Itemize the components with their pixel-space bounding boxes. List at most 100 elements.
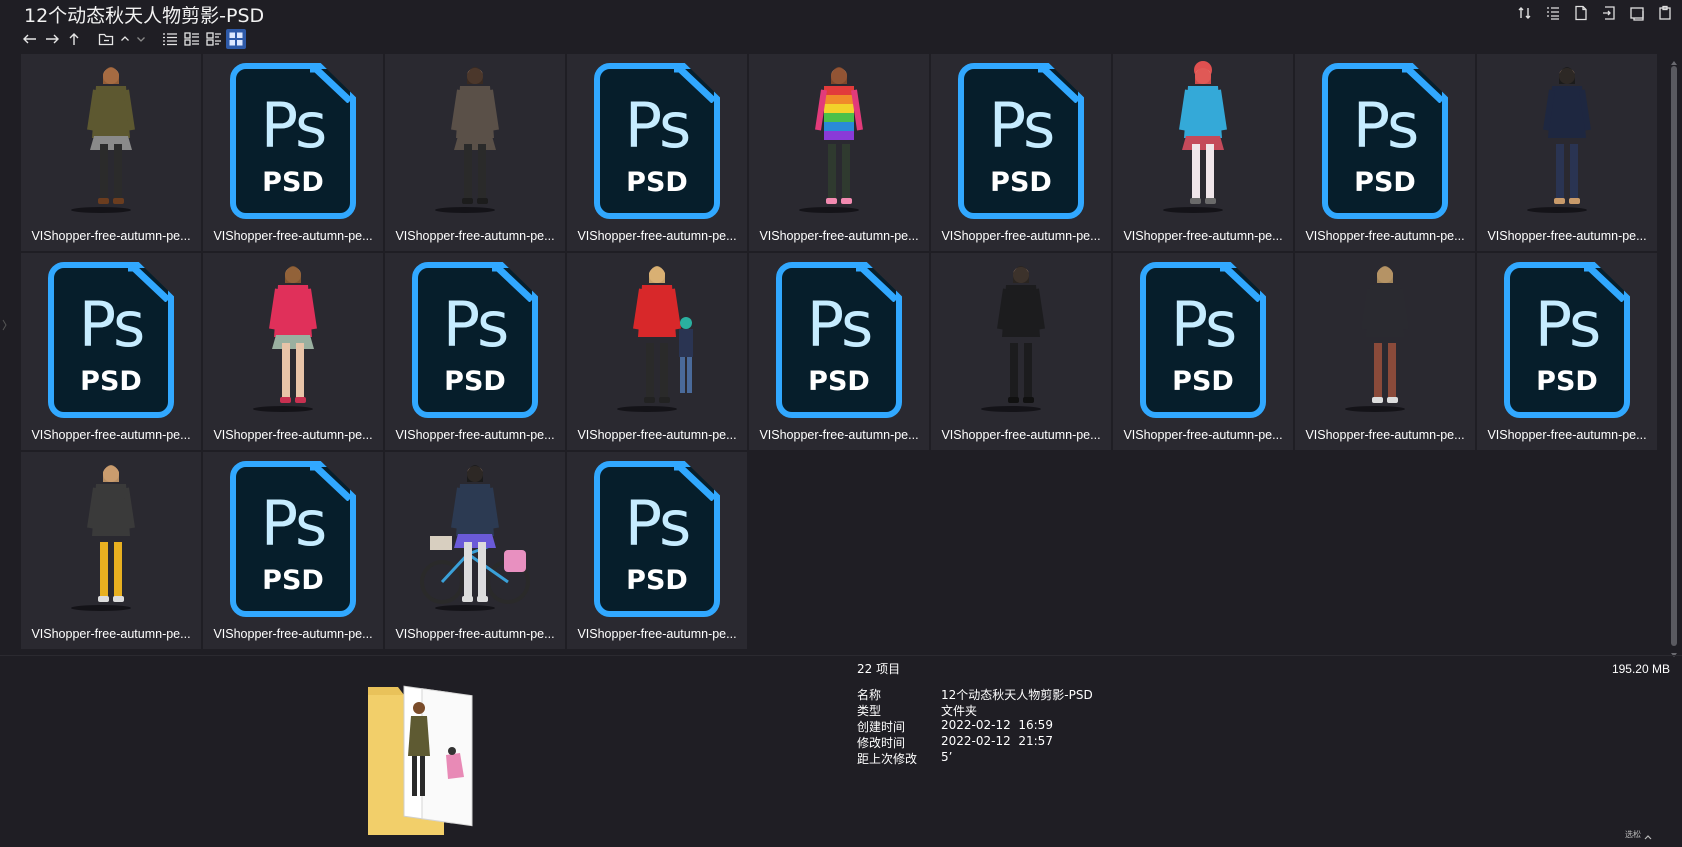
title-actions [1514, 3, 1676, 23]
back-arrow-icon[interactable] [20, 29, 40, 49]
file-tile[interactable]: Ps PSD VIShopper-free-autumn-pe... [203, 452, 383, 649]
image-thumbnail [21, 452, 201, 620]
person-cutout-image [56, 454, 166, 619]
photoshop-icon: Ps PSD [412, 262, 538, 418]
psd-corner-fold [128, 264, 171, 302]
file-tile[interactable]: VIShopper-free-autumn-pe... [1295, 253, 1475, 450]
list-detail-icon[interactable] [1542, 3, 1564, 23]
psd-file-icon: Ps PSD [203, 452, 383, 620]
image-thumbnail [931, 253, 1111, 421]
file-tile[interactable]: VIShopper-free-autumn-pe... [203, 253, 383, 450]
file-tile[interactable]: VIShopper-free-autumn-pe... [385, 452, 565, 649]
file-export-icon[interactable] [1598, 3, 1620, 23]
image-thumbnail [1477, 54, 1657, 222]
photoshop-icon: Ps PSD [1322, 63, 1448, 219]
chevron-up-icon[interactable] [118, 29, 132, 49]
file-tile[interactable]: VIShopper-free-autumn-pe... [1113, 54, 1293, 251]
large-icons-view-icon[interactable] [226, 29, 246, 49]
file-name-label: VIShopper-free-autumn-pe... [31, 428, 191, 442]
photoshop-icon: Ps PSD [230, 461, 356, 617]
property-value: 2022-02-12 21:57 [941, 734, 1053, 748]
person-cutout-image [420, 454, 530, 619]
property-row: 类型 文件夹 [857, 702, 1093, 718]
psd-corner-fold [674, 65, 717, 103]
file-name-label: VIShopper-free-autumn-pe... [759, 428, 919, 442]
image-thumbnail [1113, 54, 1293, 222]
file-tile[interactable]: Ps PSD VIShopper-free-autumn-pe... [931, 54, 1111, 251]
tiles-view-icon[interactable] [204, 29, 224, 49]
file-tile[interactable]: Ps PSD VIShopper-free-autumn-pe... [567, 452, 747, 649]
file-tile[interactable]: VIShopper-free-autumn-pe... [1477, 54, 1657, 251]
photoshop-icon: Ps PSD [1140, 262, 1266, 418]
image-thumbnail [385, 452, 565, 620]
person-cutout-image [966, 255, 1076, 420]
psd-corner-fold [1402, 65, 1445, 103]
file-tile[interactable]: VIShopper-free-autumn-pe... [931, 253, 1111, 450]
file-tile[interactable]: Ps PSD VIShopper-free-autumn-pe... [21, 253, 201, 450]
file-tile[interactable]: VIShopper-free-autumn-pe... [385, 54, 565, 251]
psd-corner-fold [1220, 264, 1263, 302]
property-label: 距上次修改 [857, 752, 918, 766]
psd-corner-fold [856, 264, 899, 302]
clipboard-icon[interactable] [1654, 3, 1676, 23]
file-tile[interactable]: Ps PSD VIShopper-free-autumn-pe... [567, 54, 747, 251]
scroll-down-icon[interactable] [1670, 646, 1678, 657]
file-name-label: VIShopper-free-autumn-pe... [31, 229, 191, 243]
photoshop-icon: Ps PSD [594, 461, 720, 617]
pane-splitter-handle[interactable] [2, 300, 8, 350]
vertical-scrollbar[interactable] [1670, 54, 1678, 657]
person-cutout-image [1148, 56, 1258, 221]
details-view-icon[interactable] [182, 29, 202, 49]
psd-file-icon: Ps PSD [1295, 54, 1475, 222]
window-title: 12个动态秋天人物剪影-PSD [24, 5, 265, 27]
file-tile[interactable]: Ps PSD VIShopper-free-autumn-pe... [1113, 253, 1293, 450]
chevron-down-icon[interactable] [134, 29, 148, 49]
person-cutout-image [1512, 56, 1622, 221]
forward-arrow-icon[interactable] [42, 29, 62, 49]
file-tile[interactable]: Ps PSD VIShopper-free-autumn-pe... [203, 54, 383, 251]
file-tile[interactable]: Ps PSD VIShopper-free-autumn-pe... [749, 253, 929, 450]
status-corner-label: 选松 [1625, 830, 1641, 839]
title-bar: 12个动态秋天人物剪影-PSD [0, 0, 1682, 27]
psd-file-icon: Ps PSD [21, 253, 201, 421]
file-name-label: VIShopper-free-autumn-pe... [1487, 229, 1647, 243]
file-name-label: VIShopper-free-autumn-pe... [395, 229, 555, 243]
folder-icon[interactable] [96, 29, 116, 49]
panel-icon[interactable] [1626, 3, 1648, 23]
list-view-icon[interactable] [160, 29, 180, 49]
psd-file-icon: Ps PSD [931, 54, 1111, 222]
file-tile[interactable]: Ps PSD VIShopper-free-autumn-pe... [385, 253, 565, 450]
psd-icon-ext-label: PSD [626, 565, 688, 596]
psd-icon-ext-label: PSD [808, 366, 870, 397]
chevron-up-icon[interactable] [1643, 829, 1653, 840]
file-name-label: VIShopper-free-autumn-pe... [213, 627, 373, 641]
psd-corner-fold [310, 65, 353, 103]
new-file-icon[interactable] [1570, 3, 1592, 23]
navigation-toolbar [20, 28, 246, 50]
file-tile[interactable]: VIShopper-free-autumn-pe... [749, 54, 929, 251]
psd-icon-ext-label: PSD [444, 366, 506, 397]
sort-icon[interactable] [1514, 3, 1536, 23]
person-cutout-image [56, 56, 166, 221]
property-row: 创建时间 2022-02-12 16:59 [857, 718, 1093, 734]
folder-preview-thumbnail [360, 675, 500, 840]
file-tile[interactable]: VIShopper-free-autumn-pe... [567, 253, 747, 450]
file-tile[interactable]: Ps PSD VIShopper-free-autumn-pe... [1477, 253, 1657, 450]
photoshop-icon: Ps PSD [776, 262, 902, 418]
file-grid: VIShopper-free-autumn-pe... Ps PSD VIShoppe… [20, 54, 1658, 651]
file-name-label: VIShopper-free-autumn-pe... [395, 627, 555, 641]
psd-icon-ext-label: PSD [262, 167, 324, 198]
psd-icon-ext-label: PSD [990, 167, 1052, 198]
image-thumbnail [567, 253, 747, 421]
scroll-up-icon[interactable] [1670, 54, 1678, 65]
file-tile[interactable]: VIShopper-free-autumn-pe... [21, 54, 201, 251]
file-name-label: VIShopper-free-autumn-pe... [1487, 428, 1647, 442]
property-value: 2022-02-12 16:59 [941, 718, 1053, 732]
file-name-label: VIShopper-free-autumn-pe... [759, 229, 919, 243]
scrollbar-thumb[interactable] [1671, 66, 1677, 646]
file-tile[interactable]: Ps PSD VIShopper-free-autumn-pe... [1295, 54, 1475, 251]
file-tile[interactable]: VIShopper-free-autumn-pe... [21, 452, 201, 649]
up-arrow-icon[interactable] [64, 29, 84, 49]
photoshop-icon: Ps PSD [958, 63, 1084, 219]
psd-file-icon: Ps PSD [385, 253, 565, 421]
